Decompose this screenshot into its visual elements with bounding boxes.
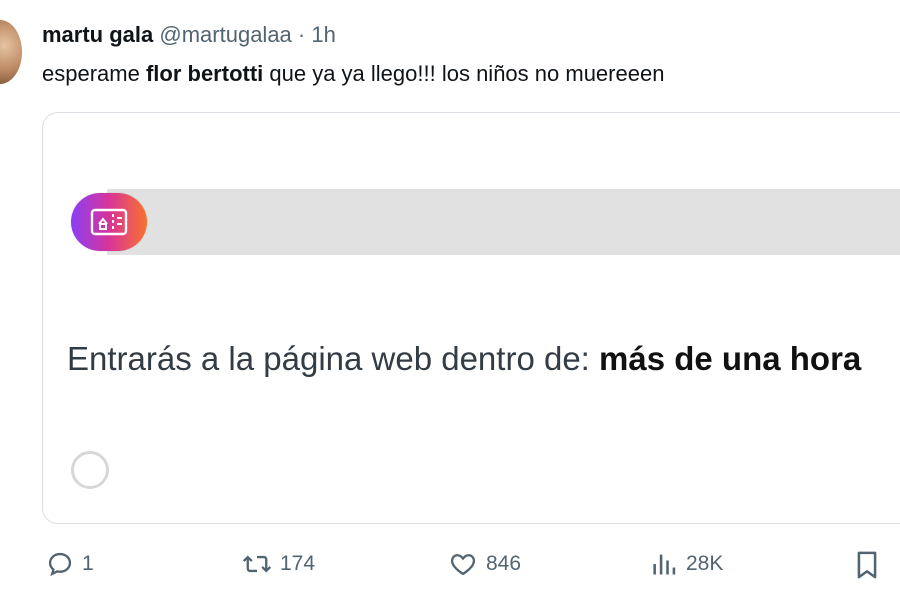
queue-status-text: Entrarás a la página web dentro de: más … bbox=[67, 339, 861, 379]
tweet-text: esperame flor bertotti que ya ya llego!!… bbox=[42, 60, 664, 88]
ticket-badge bbox=[71, 193, 147, 251]
mention-text: flor bertotti bbox=[145, 61, 264, 86]
like-button[interactable]: 846 bbox=[448, 550, 521, 578]
views-button[interactable]: 28K bbox=[650, 550, 723, 578]
retweet-count: 174 bbox=[280, 552, 316, 575]
queue-label: Entrarás a la página web dentro de: bbox=[67, 340, 600, 377]
ticket-icon bbox=[90, 208, 128, 236]
avatar[interactable] bbox=[0, 20, 22, 84]
loading-spinner-icon bbox=[71, 451, 109, 489]
display-name[interactable]: martu gala bbox=[42, 22, 153, 47]
bookmark-icon bbox=[857, 551, 877, 579]
queue-value: más de una hora bbox=[599, 340, 862, 377]
retweet-button[interactable]: 174 bbox=[242, 550, 315, 578]
reply-count: 1 bbox=[82, 552, 94, 575]
heart-icon bbox=[450, 554, 476, 576]
like-count: 846 bbox=[486, 552, 522, 575]
tweet-actions: 1 174 846 28K bbox=[42, 546, 900, 586]
tweet-header: martu gala @martugalaa · 1h bbox=[42, 22, 336, 48]
media-card[interactable]: Entrarás a la página web dentro de: más … bbox=[42, 112, 900, 524]
queue-progress-bar bbox=[107, 189, 900, 255]
separator-dot: · bbox=[297, 22, 306, 47]
tweet-text-after: que ya ya llego!!! los niños no muereeen bbox=[263, 61, 665, 86]
timestamp[interactable]: 1h bbox=[311, 22, 335, 47]
reply-button[interactable]: 1 bbox=[46, 550, 94, 578]
retweet-icon bbox=[242, 555, 272, 573]
user-handle[interactable]: @martugalaa bbox=[159, 22, 291, 47]
tweet-text-before: esperame bbox=[42, 61, 146, 86]
bookmark-button[interactable] bbox=[854, 550, 880, 580]
reply-icon bbox=[48, 552, 72, 577]
views-chart-icon bbox=[653, 554, 676, 575]
views-count: 28K bbox=[686, 552, 724, 575]
tweet: martu gala @martugalaa · 1h esperame flo… bbox=[0, 0, 900, 600]
